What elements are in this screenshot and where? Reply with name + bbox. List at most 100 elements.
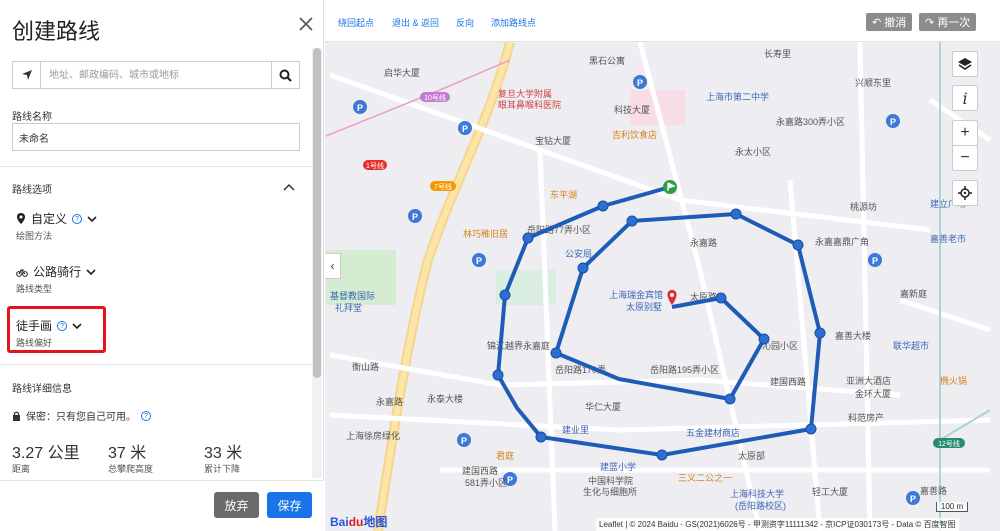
svg-text:三义二公之一: 三义二公之一: [678, 472, 732, 483]
drawing-method-sub: 绘图方法: [16, 231, 53, 241]
search-button[interactable]: [271, 62, 299, 88]
info-button[interactable]: i: [952, 85, 978, 111]
route-start-icon[interactable]: [663, 180, 677, 194]
discard-button[interactable]: 放弃: [214, 492, 259, 518]
svg-text:嘉善路: 嘉善路: [920, 485, 947, 496]
metro-line-label: 12号线: [938, 439, 960, 448]
svg-text:东平湖: 东平湖: [550, 189, 577, 200]
zoom-out-button[interactable]: −: [952, 145, 978, 171]
svg-text:永嘉嘉鼎广角: 永嘉嘉鼎广角: [815, 236, 869, 247]
crosshair-icon: [958, 186, 972, 200]
divider: [0, 364, 312, 365]
svg-text:中国科学院: 中国科学院: [588, 475, 633, 486]
svg-text:建蓝小学: 建蓝小学: [600, 461, 636, 472]
elevation-loss-label: 累计下降: [204, 464, 241, 474]
panel-title: 创建路线: [12, 19, 101, 44]
svg-text:P: P: [872, 256, 878, 266]
navigation-arrow-icon: [21, 70, 32, 80]
svg-text:嘉善老市: 嘉善老市: [930, 233, 966, 244]
svg-text:生化与细胞所: 生化与细胞所: [583, 486, 637, 497]
route-end-icon[interactable]: [667, 290, 677, 305]
svg-text:五金建材商店: 五金建材商店: [686, 427, 740, 438]
svg-text:上海市第二中学: 上海市第二中学: [706, 91, 769, 102]
locate-button[interactable]: [13, 62, 41, 88]
locate-me-button[interactable]: [952, 180, 978, 206]
svg-text:轻工大厦: 轻工大厦: [812, 486, 848, 497]
svg-text:太原部: 太原部: [738, 450, 765, 461]
map-scale: 100 m: [936, 502, 968, 512]
svg-text:桃源坊: 桃源坊: [850, 201, 877, 212]
map-attribution: Leaflet | © 2024 Baidu - GS(2021)6026号 -…: [596, 518, 959, 531]
divider: [0, 166, 312, 167]
route-type-sub: 路线类型: [16, 284, 53, 294]
search-input[interactable]: [41, 62, 271, 88]
svg-text:永嘉路: 永嘉路: [690, 237, 717, 248]
svg-text:P: P: [890, 117, 896, 127]
svg-text:上海瑞金宾馆: 上海瑞金宾馆: [609, 289, 663, 300]
reverse-link[interactable]: 反向: [456, 16, 474, 29]
elevation-gain-value: 37 米: [108, 445, 147, 462]
svg-text:永泰大楼: 永泰大楼: [427, 393, 463, 404]
svg-text:君庭: 君庭: [496, 450, 514, 461]
search-box: [12, 61, 300, 89]
elevation-loss-value: 33 米: [204, 445, 243, 462]
svg-text:建业里: 建业里: [562, 424, 589, 435]
chevron-down-icon: [87, 215, 97, 222]
details-label: 路线详细信息: [12, 384, 72, 395]
svg-text:长寿里: 长寿里: [764, 48, 791, 59]
svg-text:嘉善大楼: 嘉善大楼: [835, 330, 871, 341]
baidu-logo: Baidu地图: [330, 515, 388, 529]
metro-line-label: 10号线: [424, 93, 446, 102]
chevron-up-icon[interactable]: [283, 182, 295, 192]
drawing-method-label: 自定义: [31, 212, 68, 226]
svg-text:P: P: [637, 78, 643, 88]
redo-button[interactable]: ↷ 再一次: [919, 13, 977, 31]
collapse-panel-button[interactable]: ‹: [325, 253, 341, 279]
svg-text:复旦大学附属: 复旦大学附属: [498, 88, 552, 99]
route-name-label: 路线名称: [12, 112, 52, 123]
svg-text:P: P: [461, 436, 467, 446]
svg-text:上海徐房绿化: 上海徐房绿化: [346, 430, 400, 441]
svg-text:华仁大厦: 华仁大厦: [585, 401, 621, 412]
help-icon[interactable]: ?: [72, 213, 83, 224]
scrollbar-thumb[interactable]: [313, 48, 321, 378]
loop-back-link[interactable]: 绕回起点: [338, 16, 374, 29]
map-pin-icon: [17, 212, 25, 224]
svg-text:嘉新庭: 嘉新庭: [900, 288, 927, 299]
close-button[interactable]: [296, 14, 316, 34]
zoom-in-button[interactable]: +: [952, 120, 978, 146]
options-label: 路线选项: [12, 185, 52, 196]
svg-text:基督教国际: 基督教国际: [330, 290, 375, 301]
layers-button[interactable]: [952, 51, 978, 77]
add-route-point-link[interactable]: 添加路线点: [491, 16, 536, 29]
search-icon: [279, 69, 292, 82]
svg-text:P: P: [412, 212, 418, 222]
panel-scrollbar[interactable]: [312, 48, 322, 478]
svg-text:亚洲大酒店: 亚洲大酒店: [846, 375, 891, 386]
distance-label: 距离: [12, 464, 31, 474]
svg-text:P: P: [476, 256, 482, 266]
route-type-dropdown[interactable]: 公路骑行: [16, 263, 96, 280]
map-base: 10号线 1号线 7号线 12号线 P P P P P P P P P P 黑石…: [325, 40, 992, 531]
svg-text:兴顺东里: 兴顺东里: [855, 77, 891, 88]
svg-text:吉利饮食店: 吉利饮食店: [612, 129, 657, 140]
undo-button[interactable]: ↶ 撤消: [866, 13, 913, 31]
out-and-back-link[interactable]: 退出 & 返回: [392, 16, 439, 29]
svg-text:永太小区: 永太小区: [735, 146, 771, 157]
svg-text:P: P: [462, 124, 468, 134]
route-name-field[interactable]: [12, 123, 300, 151]
svg-text:宝钻大厦: 宝钻大厦: [535, 135, 571, 146]
drawing-method-dropdown[interactable]: 自定义 ?: [16, 210, 97, 227]
map-canvas[interactable]: 10号线 1号线 7号线 12号线 P P P P P P P P P P 黑石…: [325, 0, 1000, 531]
metro-line-label: 7号线: [434, 182, 452, 191]
svg-text:启华大厦: 启华大厦: [384, 67, 420, 78]
highlight-box: [7, 306, 106, 353]
svg-text:P: P: [357, 103, 363, 113]
privacy-row: 保密：只有您自己可用。 ?: [12, 408, 151, 423]
help-icon[interactable]: ?: [141, 410, 151, 421]
save-button[interactable]: 保存: [267, 492, 312, 518]
close-icon: [299, 17, 313, 31]
svg-text:上海科技大学: 上海科技大学: [730, 488, 784, 499]
svg-text:衡山路: 衡山路: [352, 361, 379, 372]
svg-text:科范房产: 科范房产: [848, 412, 884, 423]
